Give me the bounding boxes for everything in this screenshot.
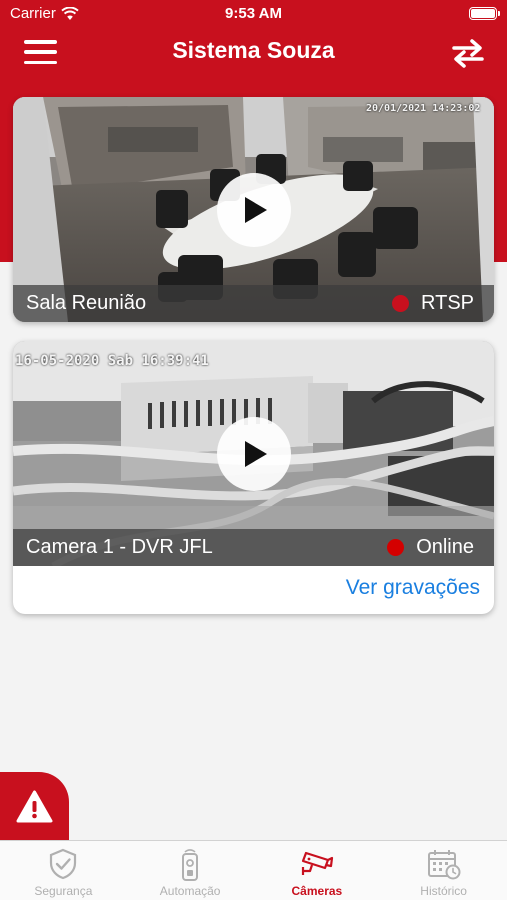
navigation-bar: Sistema Souza: [0, 28, 507, 78]
tab-seguranca[interactable]: Segurança: [0, 841, 127, 900]
status-bar: Carrier 9:53 AM: [0, 0, 507, 28]
camera-timestamp: 16-05-2020 Sab 16:39:41: [15, 353, 209, 369]
calendar-clock-icon: [427, 850, 461, 880]
camera-timestamp: 20/01/2021 14:23:02: [366, 103, 481, 114]
page-title: Sistema Souza: [172, 37, 335, 63]
play-button[interactable]: [217, 417, 291, 491]
tab-label: Histórico: [420, 884, 467, 898]
tab-automacao[interactable]: Automação: [127, 841, 254, 900]
clock: 9:53 AM: [225, 5, 282, 22]
camera-card-sala-reuniao[interactable]: 20/01/2021 14:23:02 Sala Reunião RTSP: [13, 97, 494, 322]
camera-name: Camera 1 - DVR JFL: [26, 536, 213, 558]
tab-label: Automação: [159, 884, 221, 898]
tab-cameras[interactable]: Câmeras: [254, 841, 381, 900]
cctv-camera-icon: [301, 851, 333, 875]
tab-label: Segurança: [34, 884, 93, 898]
remote-control-icon: [182, 849, 199, 881]
alert-button[interactable]: [0, 772, 69, 842]
camera-card-dvr-jfl[interactable]: 16-05-2020 Sab 16:39:41 Camera 1 - DVR J…: [13, 341, 494, 614]
tab-label: Câmeras: [291, 884, 343, 898]
view-recordings-link[interactable]: Ver gravações: [346, 576, 480, 600]
battery-icon: [469, 7, 500, 20]
camera-caption-bar: Camera 1 - DVR JFL Online: [13, 529, 494, 566]
play-icon: [245, 441, 267, 467]
camera-caption-bar: Sala Reunião RTSP: [13, 285, 494, 322]
camera-name: Sala Reunião: [26, 292, 147, 314]
tab-bar: Segurança Automação Câmeras Histórico: [0, 840, 507, 900]
camera-status: RTSP: [392, 292, 474, 315]
camera-status-label: Online: [416, 536, 474, 558]
camera-status-label: RTSP: [421, 292, 474, 314]
status-dot-icon: [392, 295, 410, 312]
status-dot-icon: [387, 539, 405, 556]
play-button[interactable]: [217, 173, 291, 247]
play-icon: [245, 197, 267, 223]
swap-arrows-icon[interactable]: [451, 38, 485, 68]
camera-status: Online: [387, 536, 474, 559]
warning-icon: [16, 790, 53, 823]
shield-check-icon: [50, 848, 77, 880]
tab-historico[interactable]: Histórico: [380, 841, 507, 900]
